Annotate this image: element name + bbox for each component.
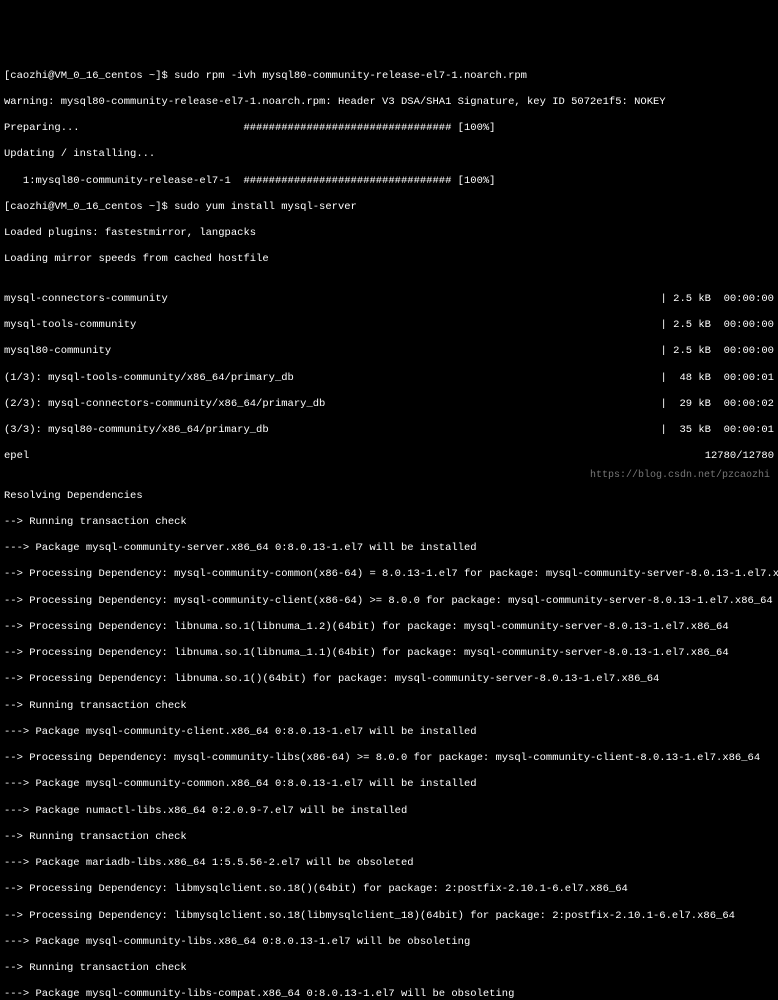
dep-line: ---> Package mysql-community-client.x86_…	[4, 726, 774, 739]
dep-line: ---> Package mysql-community-common.x86_…	[4, 778, 774, 791]
dep-line: --> Running transaction check	[4, 516, 774, 529]
terminal-output[interactable]: [caozhi@VM_0_16_centos ~]$ sudo rpm -ivh…	[4, 57, 774, 1000]
repo-row: mysql80-community| 2.5 kB 00:00:00	[4, 345, 774, 358]
dep-line: --> Processing Dependency: libnuma.so.1(…	[4, 621, 774, 634]
warning-line: warning: mysql80-community-release-el7-1…	[4, 96, 774, 109]
repo-row: mysql-tools-community| 2.5 kB 00:00:00	[4, 319, 774, 332]
dep-line: --> Processing Dependency: libnuma.so.1(…	[4, 647, 774, 660]
repo-row: mysql-connectors-community| 2.5 kB 00:00…	[4, 293, 774, 306]
loading-mirror: Loading mirror speeds from cached hostfi…	[4, 253, 774, 266]
dep-line: ---> Package mariadb-libs.x86_64 1:5.5.5…	[4, 857, 774, 870]
dep-line: --> Processing Dependency: libnuma.so.1(…	[4, 673, 774, 686]
loaded-plugins: Loaded plugins: fastestmirror, langpacks	[4, 227, 774, 240]
dep-line: --> Processing Dependency: libmysqlclien…	[4, 883, 774, 896]
dep-line: ---> Package numactl-libs.x86_64 0:2.0.9…	[4, 805, 774, 818]
dep-line: --> Processing Dependency: mysql-communi…	[4, 595, 774, 608]
dep-line: --> Running transaction check	[4, 700, 774, 713]
dep-line: --> Processing Dependency: libmysqlclien…	[4, 910, 774, 923]
repo-row: (3/3): mysql80-community/x86_64/primary_…	[4, 424, 774, 437]
dep-line: --> Processing Dependency: mysql-communi…	[4, 752, 774, 765]
repo-row: (2/3): mysql-connectors-community/x86_64…	[4, 398, 774, 411]
dep-line: --> Running transaction check	[4, 962, 774, 975]
dep-line: --> Running transaction check	[4, 831, 774, 844]
epel-row: epel12780/12780	[4, 450, 774, 463]
dep-line: ---> Package mysql-community-libs-compat…	[4, 988, 774, 1000]
dep-line: ---> Package mysql-community-libs.x86_64…	[4, 936, 774, 949]
watermark: https://blog.csdn.net/pzcaozhi	[590, 470, 770, 483]
preparing-line: Preparing... ###########################…	[4, 122, 774, 135]
prompt-line: [caozhi@VM_0_16_centos ~]$ sudo rpm -ivh…	[4, 70, 774, 83]
prompt-line: [caozhi@VM_0_16_centos ~]$ sudo yum inst…	[4, 201, 774, 214]
repo-row: (1/3): mysql-tools-community/x86_64/prim…	[4, 372, 774, 385]
pkg-install-line: 1:mysql80-community-release-el7-1 ######…	[4, 175, 774, 188]
dep-line: --> Processing Dependency: mysql-communi…	[4, 568, 774, 581]
dep-line: ---> Package mysql-community-server.x86_…	[4, 542, 774, 555]
updating-line: Updating / installing...	[4, 148, 774, 161]
resolving-deps: Resolving Dependencies	[4, 490, 774, 503]
